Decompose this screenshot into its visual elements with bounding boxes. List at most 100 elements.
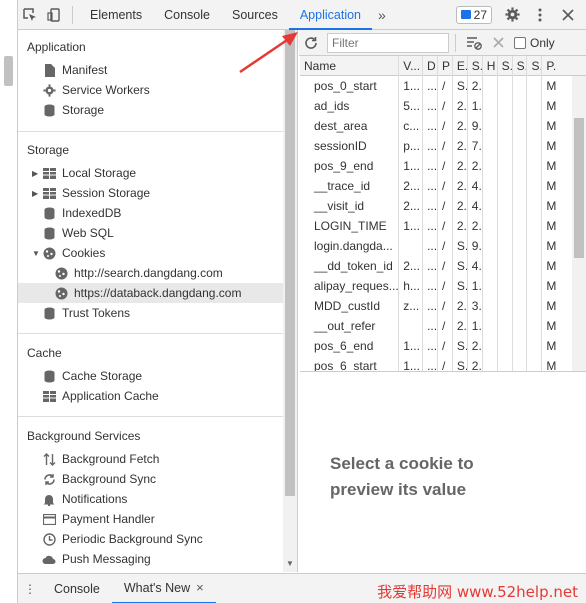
only-checkbox[interactable] [514,36,526,49]
column-header-expires[interactable]: E. [453,56,468,76]
cell-empty [483,356,498,371]
sidebar-item-indexeddb[interactable]: IndexedDB [18,203,284,223]
cell-v [399,236,424,256]
sidebar-item-cache-storage[interactable]: Cache Storage [18,366,284,386]
inspect-element-icon[interactable] [18,0,42,30]
tab-elements[interactable]: Elements [79,0,153,30]
sidebar-item-push-messaging[interactable]: Push Messaging [18,549,284,569]
collapse-arrow-icon[interactable]: ▼ [32,249,42,258]
cell-empty [527,196,543,216]
column-header-name[interactable]: Name [300,56,400,76]
table-row[interactable]: alipay_reques... h...... / S. 1. M [300,276,586,296]
column-header-httponly[interactable]: H [483,56,498,76]
column-header-value[interactable]: V... [399,56,424,76]
drawer-menu-icon[interactable]: ⋮ [18,582,42,596]
expand-arrow-icon[interactable]: ▶ [32,189,42,198]
sidebar-item-label: Service Workers [62,83,150,97]
column-header-priority[interactable]: P. [542,56,586,76]
more-tabs-button[interactable]: » [372,7,392,23]
table-row[interactable]: __trace_id 2....../2. 4. M [300,176,586,196]
issues-badge[interactable]: 27 [455,5,492,24]
sidebar-item-background-sync[interactable]: Background Sync [18,469,284,489]
sidebar-item-storage[interactable]: Storage [18,100,284,120]
sidebar-scrollbar-thumb[interactable] [285,30,295,496]
delete-selected-icon[interactable] [486,28,510,58]
table-row[interactable]: sessionID p....../2. 7. M [300,136,586,156]
tab-application[interactable]: Application [288,0,372,30]
column-header-sameparty[interactable]: S. [527,56,543,76]
sidebar-item-label: Trust Tokens [62,306,131,320]
table-row[interactable]: MDD_custId z....../2. 3. M [300,296,586,316]
cell-d: ... [423,96,438,116]
sidebar-item-label: Local Storage [62,166,137,180]
refresh-icon[interactable] [299,28,323,58]
column-header-secure[interactable]: S. [498,56,513,76]
scroll-down-arrow-icon[interactable]: ▼ [286,559,294,568]
gear-icon[interactable] [500,0,524,30]
tab-console[interactable]: Console [153,0,221,30]
sidebar-item-web-sql[interactable]: Web SQL [18,223,284,243]
sidebar-item-local-storage[interactable]: ▶ Local Storage [18,163,284,183]
cell-e: 2. [453,116,468,136]
cell-empty [527,276,543,296]
table-row[interactable]: dest_area c....../2. 9. M [300,116,586,136]
table-row[interactable]: login.dangda...... / S. 9. M [300,236,586,256]
column-header-size[interactable]: S. [468,56,483,76]
table-row[interactable]: pos_0_start 1...... / S. 2. M [300,76,586,96]
cell-s: 2. [468,216,483,236]
sidebar-item-cookie-databack-dangdang[interactable]: https://databack.dangdang.com [18,283,284,303]
page-scrollbar[interactable] [4,56,13,86]
sidebar-item-payment-handler[interactable]: Payment Handler [18,509,284,529]
sidebar-item-application-cache[interactable]: Application Cache [18,386,284,406]
grid-icon [42,389,56,403]
cell-d: ... [423,356,438,371]
sidebar-item-service-workers[interactable]: Service Workers [18,80,284,100]
sidebar-item-periodic-background-sync[interactable]: Periodic Background Sync [18,529,284,549]
cell-p: / [438,176,453,196]
sidebar-item-notifications[interactable]: Notifications [18,489,284,509]
clear-all-icon[interactable] [462,28,486,58]
sidebar-item-session-storage[interactable]: ▶ Session Storage [18,183,284,203]
cell-name: LOGIN_TIME [300,216,400,236]
table-scrollbar-thumb[interactable] [574,118,584,258]
table-row[interactable]: pos_6_end 1...... / S. 2. M [300,336,586,356]
close-tab-icon[interactable]: × [196,580,204,595]
table-row[interactable]: __dd_token_id 2...... / S. 4. M [300,256,586,276]
sidebar-item-cookie-search-dangdang[interactable]: http://search.dangdang.com [18,263,284,283]
cell-s: 2. [468,336,483,356]
close-icon[interactable] [556,0,580,30]
kebab-menu-icon[interactable] [528,0,552,30]
sidebar-item-background-fetch[interactable]: Background Fetch [18,449,284,469]
cookie-icon [54,266,68,280]
filter-input[interactable] [327,32,449,53]
tab-sources[interactable]: Sources [221,0,289,30]
only-checkbox-group[interactable]: Only [514,36,555,50]
table-row[interactable]: pos_6_start 1...... / S. 2. M [300,356,586,371]
column-header-path[interactable]: P [438,56,453,76]
table-row[interactable]: __out_refer.../2. 1. M [300,316,586,336]
cell-d: ... [423,236,438,256]
cell-s: 2. [468,76,483,96]
table-row[interactable]: pos_9_end 1....../2. 2. M [300,156,586,176]
drawer-tab-console[interactable]: Console [42,574,112,603]
cell-name: MDD_custId [300,296,400,316]
cell-empty [527,76,543,96]
drawer-tab-whats-new[interactable]: What's New × [111,574,216,603]
table-scrollbar[interactable] [572,76,586,371]
table-row[interactable]: LOGIN_TIME 1....../2. 2. M [300,216,586,236]
sidebar-item-cookies[interactable]: ▼ Cookies [18,243,284,263]
sidebar-scrollbar[interactable]: ▼ [283,30,297,572]
grid-icon [42,186,56,200]
device-toolbar-icon[interactable] [42,0,66,30]
table-row[interactable]: __visit_id 2....../2. 4. M [300,196,586,216]
cell-d: ... [423,196,438,216]
cell-s: 1. [468,96,483,116]
sidebar-item-trust-tokens[interactable]: Trust Tokens [18,303,284,323]
cell-d: ... [423,316,438,336]
column-header-domain[interactable]: D [423,56,438,76]
table-row[interactable]: ad_ids 5....../2. 1. M [300,96,586,116]
sidebar-item-label: Notifications [62,492,128,506]
column-header-samesite[interactable]: S. [513,56,528,76]
cell-name: __trace_id [300,176,400,196]
expand-arrow-icon[interactable]: ▶ [32,169,42,178]
